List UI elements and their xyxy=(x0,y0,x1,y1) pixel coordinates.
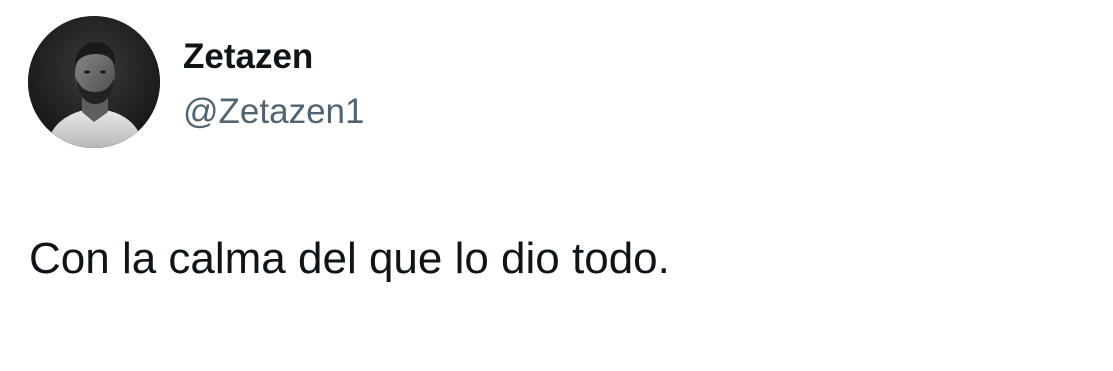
tweet-card: Zetazen @Zetazen1 Con la calma del que l… xyxy=(0,0,1113,371)
tweet-text: Con la calma del que lo dio todo. xyxy=(29,234,670,283)
avatar[interactable] xyxy=(28,16,160,148)
author-display-name[interactable]: Zetazen xyxy=(183,36,313,78)
profile-photo-icon xyxy=(28,16,160,148)
author-handle[interactable]: @Zetazen1 xyxy=(183,91,364,133)
